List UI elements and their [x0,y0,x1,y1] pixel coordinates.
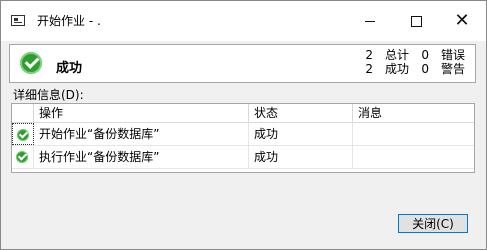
total-label: 总计 [384,48,409,62]
success-check-icon [16,151,28,163]
error-count: 0 [421,48,429,62]
success-label: 成功 [384,62,409,76]
dialog-window: 开始作业 - . ✕ 成功 2 总计 0 错误 2 成功 0 警告 详细信息(D… [0,0,487,250]
success-check-icon [20,52,42,74]
row-message [353,123,474,145]
row-status-cell [12,123,34,145]
maximize-icon [410,15,422,27]
success-count: 2 [365,62,373,76]
error-label: 错误 [440,48,465,62]
maximize-button[interactable] [393,1,439,41]
header-icon-column [12,104,34,122]
summary-status: 成功 [56,61,83,76]
stat-row-success: 2 成功 0 警告 [361,62,465,76]
row-status: 成功 [249,146,353,168]
summary-panel: 成功 2 总计 0 错误 2 成功 0 警告 [9,44,476,83]
grid-header: 操作 状态 消息 [12,104,474,123]
close-button[interactable]: 关闭(C) [398,214,468,233]
minimize-icon [365,20,375,22]
table-row[interactable]: 开始作业“备份数据库” 成功 [12,123,474,146]
header-status[interactable]: 状态 [249,104,353,122]
details-grid[interactable]: 操作 状态 消息 开始作业“备份数据库” 成功 执行作业“备份数据库” 成功 [11,103,475,173]
header-action[interactable]: 操作 [34,104,249,122]
close-icon: ✕ [454,10,470,31]
table-row[interactable]: 执行作业“备份数据库” 成功 [12,146,474,169]
row-status-cell [12,146,34,168]
close-window-button[interactable]: ✕ [439,1,485,41]
warning-count: 0 [421,62,429,76]
title-bar: 开始作业 - . ✕ [1,1,486,41]
row-message [353,146,474,168]
warning-label: 警告 [440,62,465,76]
minimize-button[interactable] [347,1,393,41]
details-label: 详细信息(D): [13,88,84,102]
success-check-icon [17,129,29,141]
window-title: 开始作业 - . [37,14,101,28]
row-action: 开始作业“备份数据库” [34,123,249,145]
row-status: 成功 [249,123,353,145]
header-message[interactable]: 消息 [353,104,474,122]
total-count: 2 [365,48,373,62]
row-action: 执行作业“备份数据库” [34,146,249,168]
app-icon [11,15,25,26]
summary-stats: 2 总计 0 错误 2 成功 0 警告 [361,48,465,76]
stat-row-total: 2 总计 0 错误 [361,48,465,62]
